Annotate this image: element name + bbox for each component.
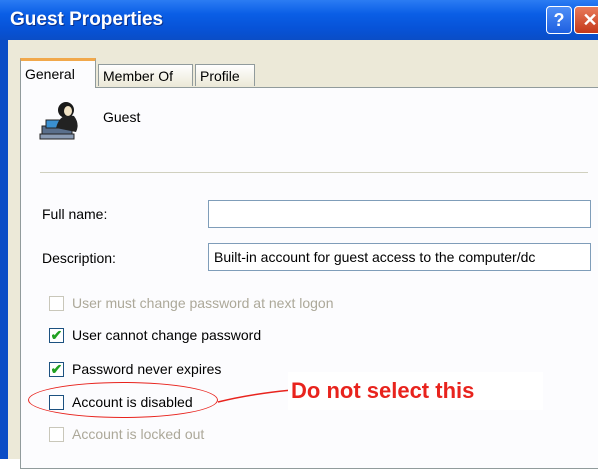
tab-general[interactable]: General: [20, 58, 96, 88]
annotation-note: Do not select this: [288, 372, 543, 410]
properties-dialog: Guest Properties ? ✕ General Member Of P…: [0, 0, 598, 469]
